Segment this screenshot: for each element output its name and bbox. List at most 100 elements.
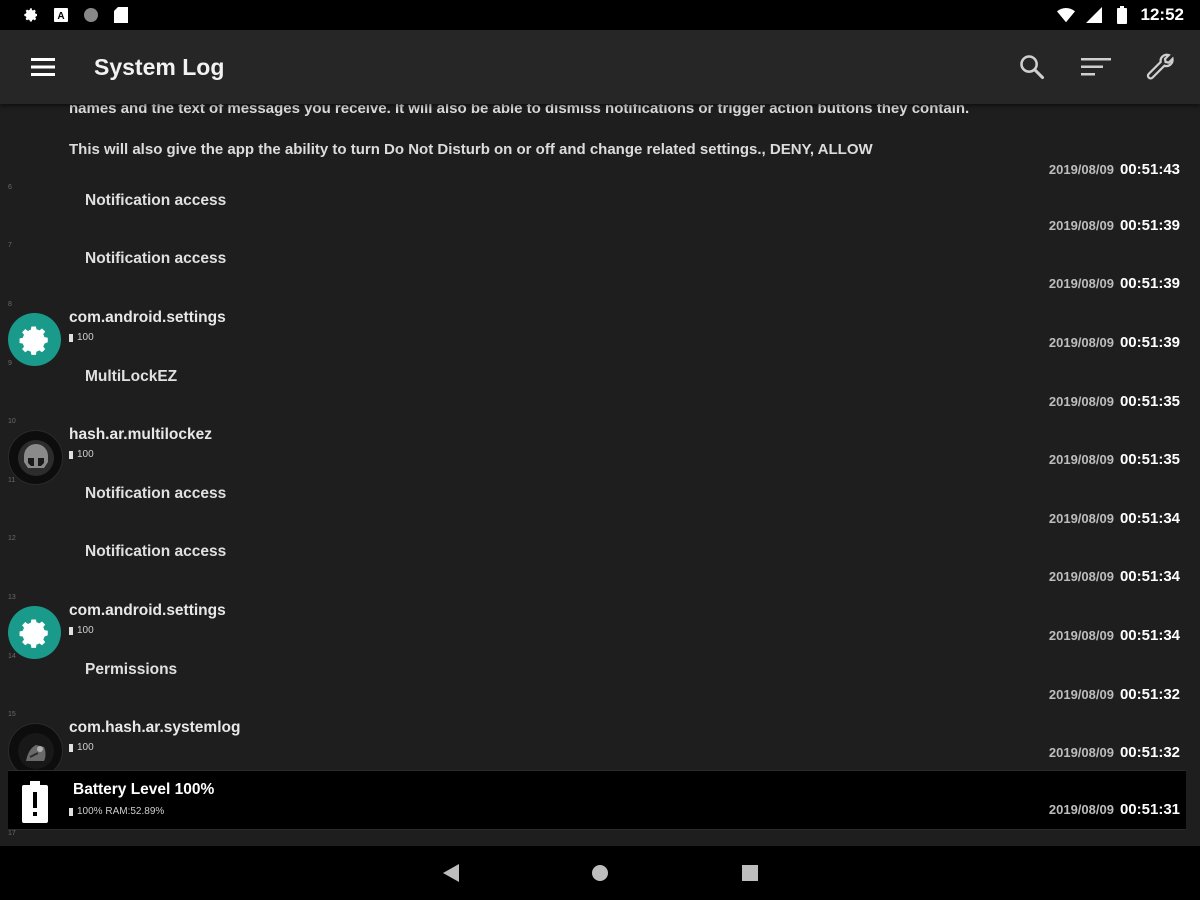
home-icon [592, 865, 608, 881]
entry-timestamp: 2019/08/09 00:51:32 [1049, 744, 1180, 762]
battery-ram-value: 100% RAM:52.89% [77, 806, 165, 817]
entry-date: 2019/08/09 [1048, 335, 1114, 350]
battery-icon [1113, 6, 1131, 24]
package-name: com.android.settings [69, 602, 226, 619]
entry-date: 2019/08/09 [1048, 452, 1114, 467]
battery-mini-icon [69, 450, 73, 459]
entry-date: 2019/08/09 [1048, 569, 1114, 584]
battery-value: 100 [77, 449, 94, 460]
entry-time: 00:51:39 [1119, 275, 1180, 292]
navigation-bar [0, 846, 1200, 900]
recents-icon [742, 865, 758, 881]
entry-date: 2019/08/09 [1048, 511, 1114, 526]
log-list[interactable]: names and the text of messages you recei… [0, 104, 1200, 846]
entry-date: 2019/08/09 [1048, 745, 1114, 760]
log-entry[interactable]: 15 com.hash.ar.systemlog 100 2019/08/09 0… [0, 709, 1200, 778]
status-left-icons: A [22, 6, 130, 24]
intro-timestamp: 2019/08/09 00:51:43 [1049, 161, 1180, 179]
wrench-icon [1146, 53, 1174, 80]
sort-button[interactable] [1076, 47, 1116, 87]
search-button[interactable] [1012, 47, 1052, 87]
entry-timestamp: 2019/08/09 00:51:39 [1049, 275, 1180, 293]
sd-card-icon [112, 6, 130, 24]
battery-ram-info: 100% RAM:52.89% [69, 806, 164, 817]
log-entry[interactable]: 10 hash.ar.multilockez 100 2019/08/09 00:… [0, 416, 1200, 485]
entry-date: 2019/08/09 [1048, 162, 1114, 177]
entry-time: 00:51:39 [1119, 217, 1180, 234]
entry-date: 2019/08/09 [1048, 218, 1114, 233]
battery-log-entry[interactable]: Battery Level 100% 100% RAM:52.89% 2019/… [8, 770, 1186, 830]
row-number: 8 [8, 301, 12, 308]
row-number: 15 [8, 711, 16, 718]
menu-button[interactable] [23, 47, 63, 87]
entry-timestamp: 2019/08/09 00:51:34 [1049, 568, 1180, 586]
battery-mini-icon [69, 626, 73, 635]
entry-message: MultiLockEZ [85, 368, 178, 385]
battery-alert-icon [22, 781, 48, 823]
log-entry[interactable]: 6 Notification access 2019/08/09 00:51:39 [0, 182, 1200, 240]
row-number: 11 [8, 477, 16, 484]
battery-value: 100 [77, 742, 94, 753]
row-number: 13 [8, 594, 16, 601]
gear-icon [19, 619, 48, 648]
gear-icon [22, 6, 40, 24]
settings-button[interactable] [1140, 47, 1180, 87]
entry-timestamp: 2019/08/09 00:51:31 [1049, 801, 1180, 819]
log-entry[interactable]: 13 com.android.settings 100 2019/08/09 00… [0, 592, 1200, 659]
log-entry[interactable]: 7 Notification access 2019/08/09 00:51:39 [0, 240, 1200, 298]
recents-button[interactable] [736, 859, 764, 887]
a-icon: A [52, 6, 70, 24]
package-name: hash.ar.multilockez [69, 426, 212, 443]
hamburger-menu-icon [31, 58, 55, 76]
log-entry[interactable]: 9 MultiLockEZ 2019/08/09 00:51:35 [0, 358, 1200, 416]
row-number: 12 [8, 535, 16, 542]
sort-icon [1081, 58, 1111, 76]
entry-time: 00:51:34 [1119, 627, 1180, 644]
entry-timestamp: 2019/08/09 00:51:39 [1049, 334, 1180, 352]
entry-date: 2019/08/09 [1048, 394, 1114, 409]
toolbar-actions [1012, 47, 1180, 87]
entry-time: 00:51:32 [1119, 686, 1180, 703]
entry-message: Notification access [85, 485, 227, 502]
entry-timestamp: 2019/08/09 00:51:39 [1049, 217, 1180, 235]
robot-icon [17, 732, 54, 769]
entry-time: 00:51:31 [1119, 801, 1180, 818]
entry-message: Notification access [85, 192, 227, 209]
signal-icon [1085, 6, 1103, 24]
battery-value: 100 [77, 332, 94, 343]
entry-time: 00:51:34 [1119, 510, 1180, 527]
entry-time: 00:51:35 [1119, 393, 1180, 410]
helmet-icon [17, 439, 54, 476]
entry-date: 2019/08/09 [1048, 802, 1114, 817]
battery-mini-icon [69, 743, 73, 752]
package-name: com.android.settings [69, 309, 226, 326]
svg-text:A: A [57, 11, 64, 22]
row-number: 7 [8, 242, 12, 249]
entry-time: 00:51:32 [1119, 744, 1180, 761]
home-button[interactable] [586, 859, 614, 887]
log-entry[interactable]: 11 Notification access 2019/08/09 00:51:3… [0, 475, 1200, 533]
row-number: 17 [8, 830, 16, 837]
battery-title: Battery Level 100% [73, 781, 215, 798]
app-toolbar: System Log [0, 30, 1200, 104]
entry-message: Notification access [85, 250, 227, 267]
status-bar: A 12:52 [0, 0, 1200, 30]
battery-level: 100 [69, 332, 94, 343]
battery-mini-icon [69, 333, 73, 342]
entry-time: 00:51:43 [1119, 161, 1180, 178]
clock: 12:52 [1140, 5, 1184, 24]
entry-date: 2019/08/09 [1048, 628, 1114, 643]
log-entry[interactable]: 14 Permissions 2019/08/09 00:51:32 [0, 651, 1200, 709]
intro-line-2: This will also give the app the ability … [69, 141, 873, 158]
entry-time: 00:51:39 [1119, 334, 1180, 351]
page-title: System Log [94, 53, 225, 80]
battery-level: 100 [69, 449, 94, 460]
log-entry[interactable]: 8 com.android.settings 100 2019/08/09 00:… [0, 299, 1200, 366]
entry-time: 00:51:35 [1119, 451, 1180, 468]
row-number: 10 [8, 418, 16, 425]
entry-timestamp: 2019/08/09 00:51:35 [1049, 451, 1180, 469]
row-number: 9 [8, 360, 12, 367]
back-button[interactable] [437, 859, 465, 887]
battery-level: 100 [69, 742, 94, 753]
log-entry[interactable]: 12 Notification access 2019/08/09 00:51:3… [0, 533, 1200, 591]
